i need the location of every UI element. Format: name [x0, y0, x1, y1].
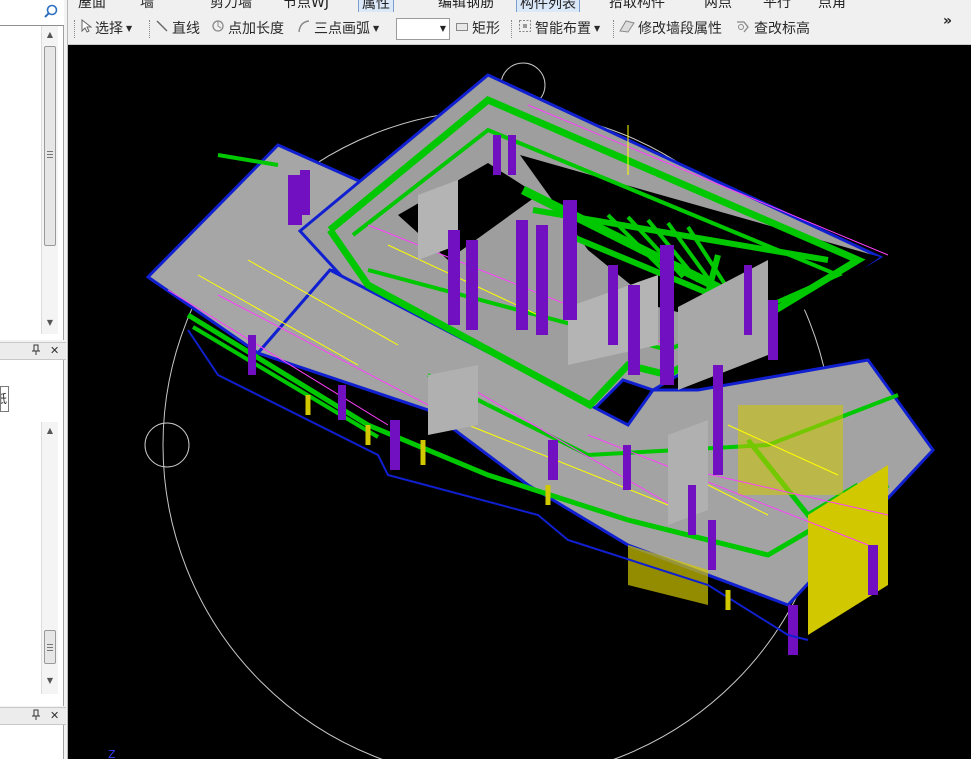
scroll-thumb[interactable]: [44, 46, 56, 246]
lower-pane: [0, 725, 64, 759]
chevron-down-icon[interactable]: ▼: [373, 24, 379, 33]
two-point-button[interactable]: 两点: [704, 0, 732, 12]
tree-scrollbar[interactable]: ▲ ▼: [41, 26, 58, 334]
scroll-thumb[interactable]: [44, 630, 56, 664]
property-scrollbar[interactable]: ▲ ▼: [41, 422, 58, 694]
smart-layout-icon: [518, 18, 532, 40]
rectangle-icon: [455, 18, 469, 40]
select-label: 选择: [95, 21, 123, 37]
chevron-down-icon[interactable]: ▼: [126, 24, 132, 33]
separator: [511, 20, 513, 38]
toolbar-overflow-button[interactable]: »: [943, 13, 952, 29]
point-length-button[interactable]: 点加长度: [211, 18, 284, 40]
tab-node[interactable]: 节点WJ: [283, 0, 329, 12]
modify-wall-icon: [619, 18, 635, 40]
arc-icon: [297, 18, 311, 40]
smart-layout-label: 智能布置: [535, 21, 591, 37]
chevron-down-icon[interactable]: ▼: [594, 24, 600, 33]
line-label: 直线: [172, 21, 200, 37]
building-model[interactable]: [145, 73, 935, 655]
pin-icon[interactable]: [31, 344, 41, 359]
select-button[interactable]: 选择 ▼: [80, 18, 132, 40]
elevation-icon: [735, 18, 751, 40]
tree-name-field[interactable]: 纸: [0, 386, 9, 412]
point-length-label: 点加长度: [228, 21, 284, 37]
tab-shear-wall[interactable]: 剪力墙: [210, 0, 252, 12]
search-input[interactable]: [0, 0, 64, 26]
rectangle-button[interactable]: 矩形: [455, 18, 500, 40]
top-toolbar-strip: 屋面 墙 剪力墙 节点WJ 属性 编辑钢筋 构件列表 拾取构件 两点 平行 点角: [68, 0, 971, 12]
check-elevation-label: 查改标高: [754, 21, 810, 37]
component-list-button[interactable]: 构件列表: [516, 0, 580, 12]
properties-button[interactable]: 属性: [358, 0, 394, 12]
component-tree-pane: ▲ ▼: [0, 0, 64, 340]
scroll-down-icon[interactable]: ▼: [42, 676, 58, 685]
arc-mode-select[interactable]: ▼: [396, 18, 450, 40]
point-angle-button[interactable]: 点角: [818, 0, 846, 12]
three-point-arc-button[interactable]: 三点画弧 ▼: [297, 18, 379, 40]
smart-layout-button[interactable]: 智能布置 ▼: [518, 18, 600, 40]
close-icon[interactable]: ✕: [50, 709, 59, 722]
3d-viewport[interactable]: Z: [68, 45, 971, 759]
draw-toolbar: 选择 ▼ 直线 点加长度 三点画弧 ▼ ▼ 矩形 智能布置 ▼ 修改墙段属性 查…: [68, 12, 971, 45]
modify-wall-segment-button[interactable]: 修改墙段属性: [619, 18, 722, 40]
line-button[interactable]: 直线: [155, 18, 200, 40]
model-canvas[interactable]: Z: [68, 45, 971, 759]
parallel-button[interactable]: 平行: [763, 0, 791, 12]
scroll-up-icon[interactable]: ▲: [42, 426, 58, 435]
close-icon[interactable]: ✕: [50, 344, 59, 357]
line-icon: [155, 18, 169, 40]
search-icon[interactable]: [42, 3, 60, 21]
modify-wall-segment-label: 修改墙段属性: [638, 21, 722, 37]
pane-header-properties: ✕: [0, 342, 66, 360]
z-axis-label: Z: [108, 748, 116, 759]
check-elevation-button[interactable]: 查改标高: [735, 18, 810, 40]
scroll-up-icon[interactable]: ▲: [42, 30, 58, 39]
separator: [149, 20, 151, 38]
select-arrow-icon: [80, 18, 93, 40]
pick-component-button[interactable]: 拾取构件: [609, 0, 665, 12]
left-panel: ▲ ▼ ✕ ▲ ▼ 纸 ✕: [0, 0, 68, 759]
pin-icon[interactable]: [31, 709, 41, 724]
toolbar-grip: [74, 20, 76, 38]
edit-rebar-button[interactable]: 编辑钢筋: [438, 0, 494, 12]
orbit-handle-left[interactable]: [144, 422, 190, 468]
rectangle-label: 矩形: [472, 21, 500, 37]
point-length-icon: [211, 18, 225, 40]
property-pane: ▲ ▼: [0, 360, 64, 706]
tree-name-value: 纸: [1, 392, 7, 406]
pane-header-lower: ✕: [0, 707, 66, 725]
separator: [613, 20, 615, 38]
scroll-down-icon[interactable]: ▼: [42, 318, 58, 327]
three-point-arc-label: 三点画弧: [314, 21, 370, 37]
chevron-down-icon[interactable]: ▼: [440, 24, 446, 33]
tab-wall[interactable]: 墙: [140, 0, 154, 12]
tab-roof[interactable]: 屋面: [78, 0, 106, 12]
